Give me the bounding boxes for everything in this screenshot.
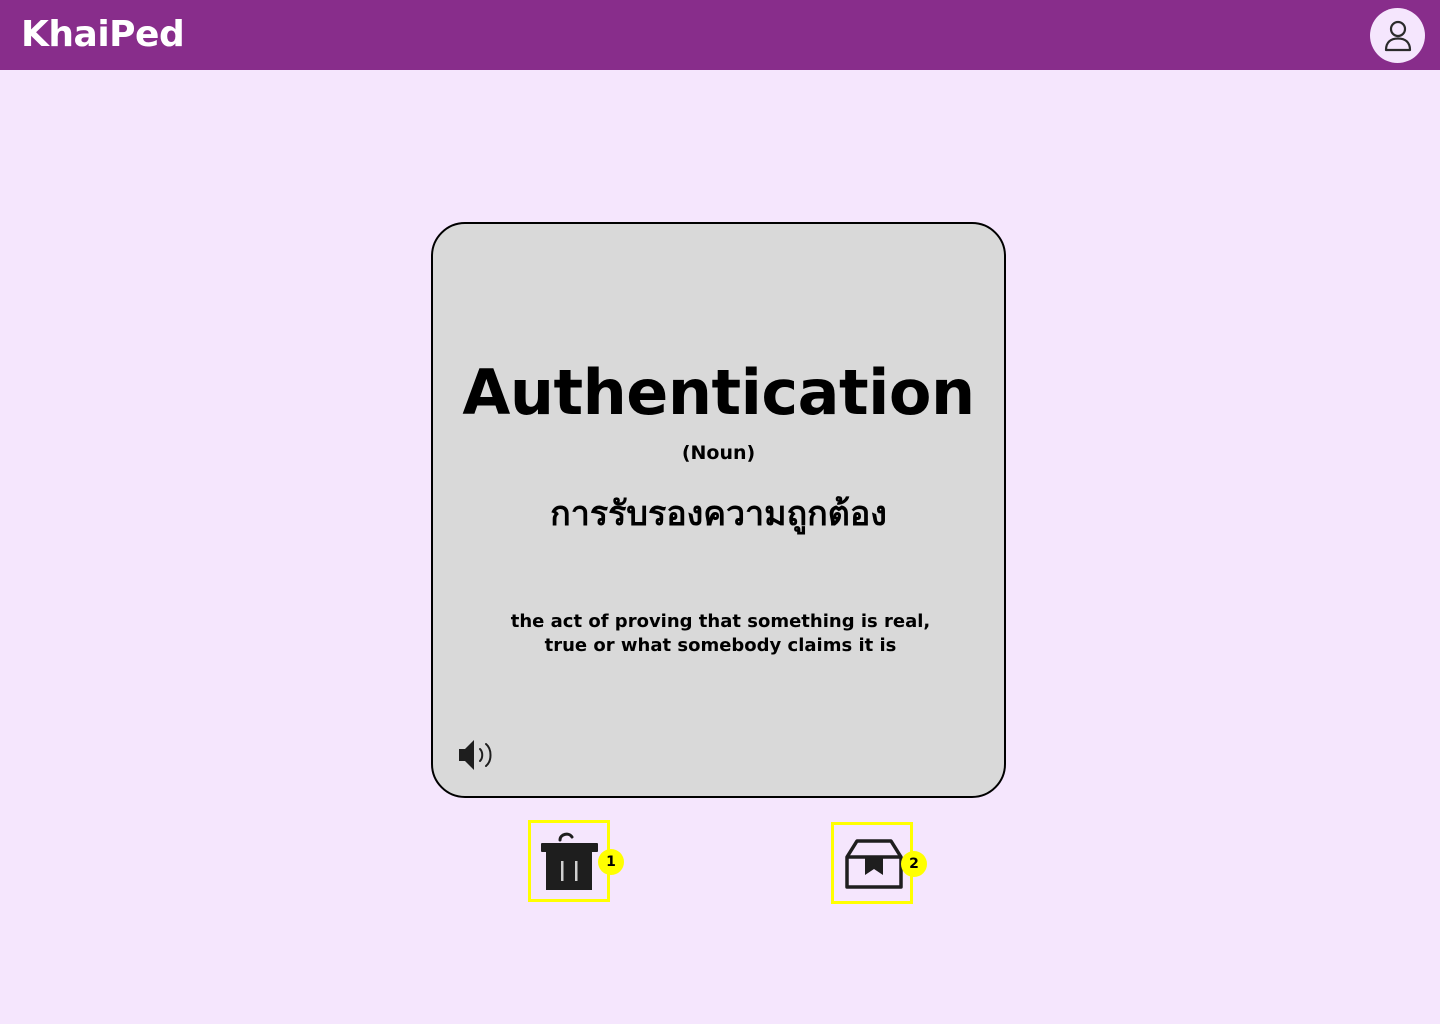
hotkey-badge: 1: [598, 849, 624, 875]
trash-icon: [541, 832, 598, 890]
thai-translation: การรับรองความถูกต้อง: [550, 494, 887, 534]
word-definition: the act of proving that something is rea…: [510, 611, 931, 656]
part-of-speech: (Noun): [681, 442, 756, 464]
vocabulary-word: Authentication: [462, 356, 975, 429]
profile-button[interactable]: [1370, 8, 1425, 63]
top-bar: KhaiPed: [0, 0, 1440, 70]
user-icon: [1384, 20, 1411, 51]
hotkey-badge: 2: [901, 851, 927, 877]
app-logo[interactable]: KhaiPed: [21, 12, 185, 58]
archive-card-button[interactable]: 2: [831, 822, 927, 904]
speaker-icon[interactable]: [455, 736, 499, 774]
archive-box-icon: [845, 839, 903, 889]
flashcard[interactable]: Authentication (Noun) การรับรองความถูกต้…: [431, 222, 1006, 798]
delete-card-button[interactable]: 1: [528, 820, 624, 902]
